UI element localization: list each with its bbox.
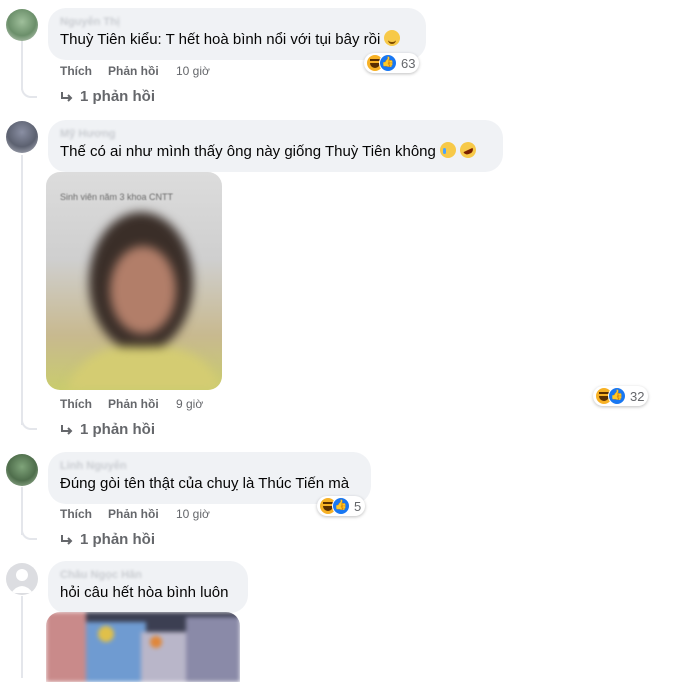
comment-text: Thuỳ Tiên kiểu: T hết hoà bình nổi với t…	[60, 31, 381, 48]
like-reaction-icon: 👍	[608, 387, 626, 405]
timestamp[interactable]: 9 giờ	[176, 397, 203, 411]
replies-count: 1 phản hồi	[80, 531, 155, 548]
reply-arrow-icon	[61, 424, 73, 435]
reply-arrow-icon	[61, 534, 73, 545]
comment-author[interactable]: Châu Ngọc Hân	[60, 569, 236, 583]
reaction-count: 5	[354, 498, 362, 514]
comment-actions: Thích Phản hồi 10 giờ	[60, 64, 210, 78]
replies-count: 1 phản hồi	[80, 421, 155, 438]
comment-bubble: Châu Ngọc Hân hỏi câu hết hòa bình luôn	[48, 561, 248, 613]
comment-text: Thế có ai như mình thấy ông này giống Th…	[60, 143, 436, 160]
blurred-person-image	[66, 212, 222, 390]
comment-author[interactable]: Linh Nguyễn	[60, 460, 359, 474]
like-button[interactable]: Thích	[60, 64, 108, 78]
like-button[interactable]: Thích	[60, 397, 108, 411]
reply-button[interactable]: Phản hồi	[108, 397, 176, 411]
reaction-count: 63	[401, 55, 416, 71]
replies-count: 1 phản hồi	[80, 88, 155, 105]
reaction-count: 32	[630, 388, 645, 404]
crying-emoji-icon	[439, 142, 456, 158]
comment-actions: Thích Phản hồi 9 giờ	[60, 397, 203, 411]
reply-button[interactable]: Phản hồi	[108, 507, 176, 521]
reaction-summary[interactable]: 👍 32	[593, 386, 649, 406]
comment-actions: Thích Phản hồi 10 giờ	[60, 507, 210, 521]
comment-author[interactable]: Nguyễn Thị	[60, 16, 414, 30]
avatar[interactable]	[6, 563, 38, 595]
view-replies-link[interactable]: 1 phản hồi	[60, 531, 155, 548]
avatar[interactable]	[6, 454, 38, 486]
comment-photo[interactable]: Sinh viên năm 3 khoa CNTT	[46, 172, 222, 390]
comment-bubble: Nguyễn Thị Thuỳ Tiên kiểu: T hết hoà bìn…	[48, 8, 426, 60]
comment-photo[interactable]	[46, 612, 240, 682]
timestamp[interactable]: 10 giờ	[176, 507, 210, 521]
thread-elbow	[21, 410, 37, 430]
comment-bubble: Mỹ Hương Thế có ai như mình thấy ông này…	[48, 120, 503, 172]
thread-elbow	[21, 520, 37, 540]
default-avatar-icon	[11, 569, 33, 593]
view-replies-link[interactable]: 1 phản hồi	[60, 421, 155, 438]
like-button[interactable]: Thích	[60, 507, 108, 521]
reaction-summary[interactable]: 👍 5	[317, 496, 366, 516]
thread-elbow	[21, 80, 37, 98]
timestamp[interactable]: 10 giờ	[176, 64, 210, 78]
reply-button[interactable]: Phản hồi	[108, 64, 176, 78]
thread-line	[21, 155, 23, 425]
avatar[interactable]	[6, 121, 38, 153]
comment-text: hỏi câu hết hòa bình luôn	[60, 584, 229, 601]
smile-emoji-icon	[384, 30, 401, 46]
rofl-emoji-icon	[457, 139, 479, 161]
like-reaction-icon: 👍	[332, 497, 350, 515]
thread-line	[21, 596, 23, 678]
reply-arrow-icon	[61, 91, 73, 102]
comment-text: Đúng gòi tên thật của chuỵ là Thúc Tiến …	[60, 475, 350, 492]
reaction-summary[interactable]: 👍 63	[364, 53, 420, 73]
view-replies-link[interactable]: 1 phản hồi	[60, 88, 155, 105]
like-reaction-icon: 👍	[379, 54, 397, 72]
avatar[interactable]	[6, 9, 38, 41]
blurred-market-image	[46, 612, 240, 682]
comment-author[interactable]: Mỹ Hương	[60, 128, 491, 142]
